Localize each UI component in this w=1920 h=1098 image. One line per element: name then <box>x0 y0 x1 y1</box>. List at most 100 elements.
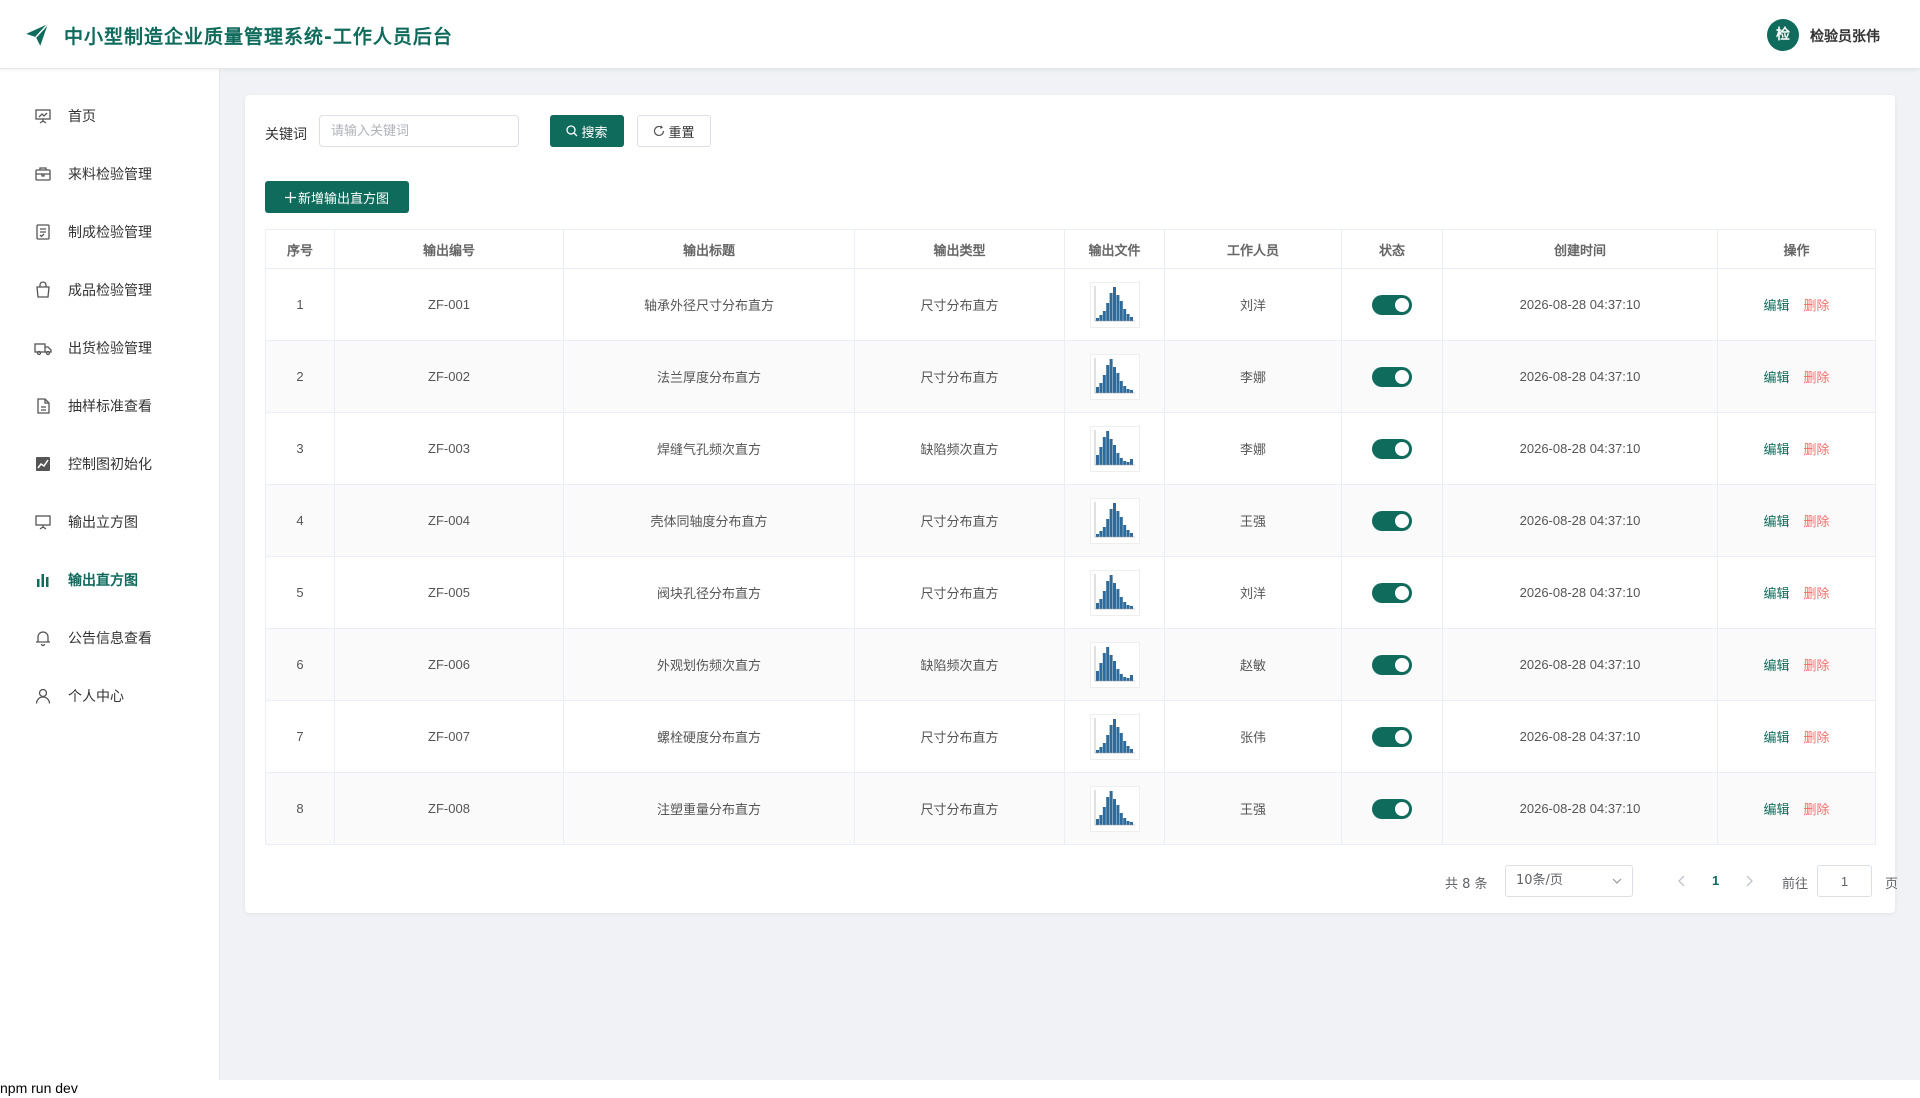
toggle-knob <box>1395 585 1409 600</box>
status-toggle[interactable] <box>1372 582 1412 603</box>
goto-label: 前往 <box>1782 877 1809 892</box>
edit-button[interactable]: 编辑 <box>1763 515 1789 530</box>
histogram-preview-bar <box>1109 438 1113 465</box>
status-toggle[interactable] <box>1372 654 1412 675</box>
created-time: 2026-08-28 04:37:10 <box>1442 340 1718 413</box>
sidebar-item-sampling-standard[interactable]: 抽样标准查看 <box>0 377 219 435</box>
row-index: 2 <box>265 340 335 413</box>
actions-cell: 编辑 删除 <box>1717 628 1876 701</box>
delete-button[interactable]: 删除 <box>1804 803 1830 818</box>
table-row: 5 ZF-005 阀块孔径分布直方 尺寸分布直方 刘洋 2026-08-28 0… <box>265 556 1876 629</box>
current-page[interactable]: 1 <box>1712 873 1719 888</box>
edit-button[interactable]: 编辑 <box>1763 803 1789 818</box>
histogram-preview-bar <box>1126 604 1130 609</box>
status-cell <box>1341 412 1443 485</box>
keyword-input[interactable] <box>319 115 519 147</box>
user-name[interactable]: 检验员张伟 <box>1810 26 1880 46</box>
sidebar-item-output-histogram[interactable]: 输出直方图 <box>0 551 219 609</box>
histogram-thumbnail[interactable] <box>1089 641 1140 688</box>
paper-plane-icon <box>26 23 49 46</box>
sidebar-item-shipping-inspection[interactable]: 出货检验管理 <box>0 319 219 377</box>
status-toggle[interactable] <box>1372 798 1412 819</box>
sidebar-item-final-inspection[interactable]: 成品检验管理 <box>0 261 219 319</box>
status-toggle[interactable] <box>1372 294 1412 315</box>
table-row: 4 ZF-004 壳体同轴度分布直方 尺寸分布直方 王强 2026-08-28 … <box>265 484 1876 557</box>
sidebar-item-output-cube-chart[interactable]: 输出立方图 <box>0 493 219 551</box>
histogram-preview-bar <box>1105 518 1109 537</box>
histogram-thumbnail[interactable] <box>1089 713 1140 760</box>
edit-button[interactable]: 编辑 <box>1763 443 1789 458</box>
table-row: 8 ZF-008 注塑重量分布直方 尺寸分布直方 王强 2026-08-28 0… <box>265 772 1876 845</box>
status-toggle[interactable] <box>1372 366 1412 387</box>
row-index: 8 <box>265 772 335 845</box>
page-suffix: 页 <box>1885 877 1899 892</box>
status-toggle[interactable] <box>1372 438 1412 459</box>
sidebar-item-incoming-inspection[interactable]: 来料检验管理 <box>0 145 219 203</box>
add-button-label: 新增输出直方图 <box>297 191 389 207</box>
created-time: 2026-08-28 04:37:10 <box>1442 412 1718 485</box>
status-toggle[interactable] <box>1372 726 1412 747</box>
delete-button[interactable]: 删除 <box>1804 587 1830 602</box>
sidebar-item-home[interactable]: 首页 <box>0 87 219 145</box>
histogram-thumbnail[interactable] <box>1089 569 1140 616</box>
histogram-preview-bar <box>1112 286 1116 321</box>
edit-button[interactable]: 编辑 <box>1763 731 1789 746</box>
page-size-select[interactable]: 10条/页 <box>1505 865 1633 897</box>
histogram-preview-bar <box>1095 317 1099 321</box>
edit-button[interactable]: 编辑 <box>1763 659 1789 674</box>
histogram-thumbnail[interactable] <box>1089 425 1140 472</box>
delete-button[interactable]: 删除 <box>1804 515 1830 530</box>
histogram-thumbnail[interactable] <box>1089 497 1140 544</box>
avatar[interactable]: 检 <box>1767 19 1799 51</box>
reset-button[interactable]: 重置 <box>637 115 711 147</box>
histogram-preview-bar <box>1112 718 1116 753</box>
status-cell <box>1341 484 1443 557</box>
histogram-preview-bar <box>1112 582 1116 609</box>
prev-page-icon[interactable] <box>1677 875 1687 887</box>
board-icon <box>35 515 51 530</box>
column-header: 状态 <box>1341 229 1443 269</box>
histogram-preview-bar <box>1105 580 1109 609</box>
sidebar-item-announcements[interactable]: 公告信息查看 <box>0 609 219 667</box>
histogram-thumbnail[interactable] <box>1089 785 1140 832</box>
table-row: 2 ZF-002 法兰厚度分布直方 尺寸分布直方 李娜 2026-08-28 0… <box>265 340 1876 413</box>
histogram-preview-bar <box>1095 670 1099 681</box>
toggle-knob <box>1395 729 1409 744</box>
edit-button[interactable]: 编辑 <box>1763 587 1789 602</box>
histogram-thumbnail[interactable] <box>1089 281 1140 328</box>
output-type: 缺陷频次直方 <box>854 412 1065 485</box>
search-button[interactable]: 搜索 <box>550 115 624 147</box>
histogram-preview-bar <box>1126 529 1130 537</box>
histogram-preview-bar <box>1112 502 1116 537</box>
delete-button[interactable]: 删除 <box>1804 443 1830 458</box>
delete-button[interactable]: 删除 <box>1804 731 1830 746</box>
output-type: 尺寸分布直方 <box>854 700 1065 773</box>
goto-page-input[interactable] <box>1817 865 1872 897</box>
output-title: 阀块孔径分布直方 <box>563 556 855 629</box>
sidebar-item-label: 来料检验管理 <box>68 167 152 183</box>
created-time: 2026-08-28 04:37:10 <box>1442 556 1718 629</box>
actions-cell: 编辑 删除 <box>1717 484 1876 557</box>
column-header: 操作 <box>1717 229 1876 269</box>
histogram-icon <box>37 574 49 587</box>
next-page-icon[interactable] <box>1744 875 1754 887</box>
histogram-preview-icon <box>1094 357 1135 393</box>
delete-button[interactable]: 删除 <box>1804 371 1830 386</box>
edit-button[interactable]: 编辑 <box>1763 371 1789 386</box>
histogram-preview-bar <box>1112 798 1116 825</box>
histogram-preview-bar <box>1102 310 1106 321</box>
add-histogram-button[interactable]: 新增输出直方图 <box>265 181 409 213</box>
content-card: 关键词 搜索 重置 新增输出直方图 序号 输出编号 输出标题 输出类型 <box>245 95 1899 913</box>
sidebar-item-profile[interactable]: 个人中心 <box>0 667 219 725</box>
delete-button[interactable]: 删除 <box>1804 659 1830 674</box>
status-toggle[interactable] <box>1372 510 1412 531</box>
sidebar-item-process-inspection[interactable]: 制成检验管理 <box>0 203 219 261</box>
output-code: ZF-005 <box>334 556 564 629</box>
main-content: 关键词 搜索 重置 新增输出直方图 序号 输出编号 输出标题 输出类型 <box>220 69 1920 1080</box>
edit-button[interactable]: 编辑 <box>1763 299 1789 314</box>
histogram-preview-bar <box>1126 745 1130 753</box>
sidebar-item-label: 成品检验管理 <box>68 283 152 299</box>
histogram-thumbnail[interactable] <box>1089 353 1140 400</box>
sidebar-item-control-chart-init[interactable]: 控制图初始化 <box>0 435 219 493</box>
delete-button[interactable]: 删除 <box>1804 299 1830 314</box>
